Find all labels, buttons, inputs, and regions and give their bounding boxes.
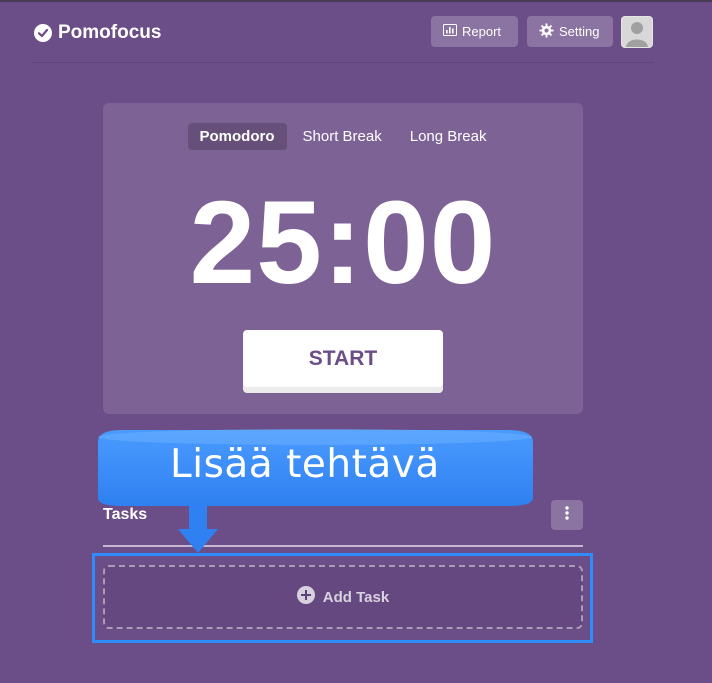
brand-logo[interactable]: Pomofocus: [34, 22, 161, 44]
tutorial-callout: Lisää tehtävä: [98, 428, 533, 506]
kebab-menu-icon: [565, 505, 569, 525]
tasks-title: Tasks: [103, 506, 148, 523]
avatar[interactable]: [621, 16, 653, 48]
bar-chart-icon: [443, 24, 457, 39]
timer-display: 25:00: [189, 177, 497, 309]
brand-name: Pomofocus: [58, 22, 162, 43]
app-header: Pomofocus Report Setting: [32, 14, 654, 63]
setting-button[interactable]: Setting: [527, 16, 613, 47]
setting-label: Setting: [559, 24, 600, 39]
tab-long-break[interactable]: Long Break: [398, 123, 499, 150]
callout-text: Lisää tehtävä: [170, 442, 440, 487]
gear-icon: [539, 22, 554, 41]
timer-card: Pomodoro Short Break Long Break 25:00 ST…: [103, 103, 583, 414]
window-top-edge: [0, 0, 712, 2]
report-label: Report: [462, 24, 502, 39]
user-icon: [626, 22, 648, 47]
tasks-divider: [103, 545, 583, 547]
check-circle-icon: [34, 24, 52, 42]
add-task-highlight: [92, 553, 593, 643]
mode-tabs: Pomodoro Short Break Long Break: [103, 123, 583, 150]
report-button[interactable]: Report: [431, 16, 518, 47]
start-button[interactable]: START: [243, 330, 443, 387]
tab-short-break[interactable]: Short Break: [291, 123, 394, 150]
tasks-menu-button[interactable]: [551, 500, 583, 530]
arrow-down-icon: [178, 503, 218, 553]
tab-pomodoro[interactable]: Pomodoro: [187, 123, 287, 150]
